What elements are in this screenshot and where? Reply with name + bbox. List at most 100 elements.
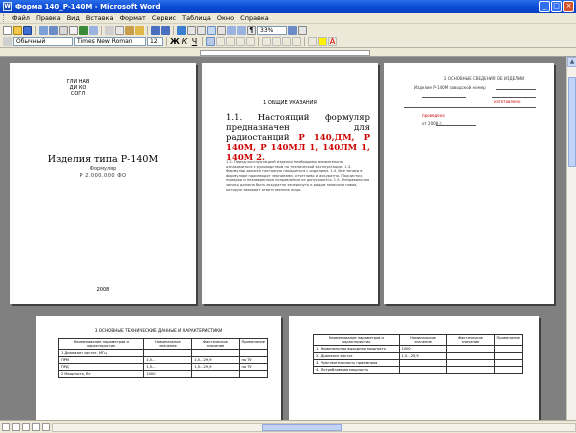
menu-edit[interactable]: Правка [33,14,64,22]
page-2[interactable]: 1 ОБЩИЕ УКАЗАНИЯ 1.1. Настоящий формуляр… [202,63,378,304]
redo-icon[interactable] [161,25,170,35]
menu-insert[interactable]: Вставка [83,14,117,22]
horizontal-scrollbar[interactable] [52,422,576,432]
menu-tools[interactable]: Сервис [149,14,179,22]
page-3[interactable]: 2 ОСНОВНЫЕ СВЕДЕНИЯ ОБ ИЗДЕЛИИ Изделие Р… [384,63,554,304]
reading-view-icon[interactable] [42,423,50,431]
print-icon[interactable] [59,25,68,35]
approval-block: ГЛИ НАВ ДИ КО СОГЛ [64,79,92,97]
cut-icon[interactable] [105,25,114,35]
page-4[interactable]: 3 ОСНОВНЫЕ ТЕХНИЧЕСКИЕ ДАННЫЕ И ХАРАКТЕР… [36,316,281,420]
print-view-icon[interactable] [22,423,30,431]
minimize-button[interactable]: _ [539,1,550,12]
help-icon[interactable] [288,25,297,35]
print-preview-icon[interactable] [69,25,78,35]
highlight-icon[interactable] [318,37,327,46]
separator [304,37,305,46]
window-controls: _ □ × [539,1,574,12]
research-icon[interactable] [89,25,98,35]
new-document-icon[interactable] [3,25,12,35]
bullets-icon[interactable] [272,37,281,46]
menu-help[interactable]: Справка [237,14,272,22]
ruler-text-area [200,50,370,56]
menu-file[interactable]: Файл [9,14,33,22]
read-mode-icon[interactable] [298,25,307,35]
bold-icon[interactable]: Ж [170,37,180,46]
align-left-icon[interactable] [206,37,215,46]
numbering-icon[interactable] [262,37,271,46]
font-size-combo[interactable]: 12 [147,37,163,46]
menu-format[interactable]: Формат [116,14,148,22]
fill-line [492,97,536,98]
italic-icon[interactable]: К [180,37,189,46]
page-5[interactable]: Наименование параметров и характеристик … [289,316,539,420]
spelling-icon[interactable] [79,25,88,35]
document-workspace[interactable]: ГЛИ НАВ ДИ КО СОГЛ Изделия типа Р-140М Ф… [0,57,566,420]
borders-icon[interactable] [308,37,317,46]
permission-icon[interactable] [39,25,48,35]
table-cell [238,370,268,378]
table-row: 1 Диапазон частот, МГц [57,349,268,357]
align-center-icon[interactable] [216,37,225,46]
table-header: Номинальное значение [398,334,448,346]
menu-window[interactable]: Окно [214,14,237,22]
vertical-scroll-thumb[interactable] [568,77,576,167]
decrease-indent-icon[interactable] [282,37,291,46]
copy-icon[interactable] [115,25,124,35]
save-icon[interactable] [23,25,32,35]
table-cell: 1,5...29,9 [191,363,240,371]
table-cell: 2. Диапазон частот [313,352,400,360]
table-cell: ПРД [57,363,145,371]
table-cell [191,370,240,378]
menu-table[interactable]: Таблица [179,14,214,22]
table-cell [493,345,523,353]
normal-view-icon[interactable] [2,423,10,431]
table-cell [238,349,268,357]
document-map-icon[interactable] [237,25,246,35]
table-cell [191,349,240,357]
drawing-icon[interactable] [227,25,236,35]
menu-view[interactable]: Вид [64,14,83,22]
table-cell: ПРМ [57,356,145,364]
close-button[interactable]: × [563,1,574,12]
columns-icon[interactable] [217,25,226,35]
fill-line [496,89,536,90]
horizontal-ruler[interactable] [0,48,576,57]
zoom-box[interactable]: 33% [257,25,287,35]
p3-heading: 2 ОСНОВНЫЕ СВЕДЕНИЯ ОБ ИЗДЕЛИИ [444,76,525,81]
email-icon[interactable] [49,25,58,35]
underline-icon[interactable]: Ч [190,37,199,46]
show-hide-icon[interactable]: ¶ [247,25,256,35]
insert-excel-icon[interactable] [207,25,216,35]
paste-icon[interactable] [125,25,134,35]
page-1[interactable]: ГЛИ НАВ ДИ КО СОГЛ Изделия типа Р-140М Ф… [10,63,196,304]
open-folder-icon[interactable] [13,25,22,35]
font-color-icon[interactable]: А [328,37,337,46]
tables-borders-icon[interactable] [187,25,196,35]
format-painter-icon[interactable] [135,25,144,35]
line-spacing-icon[interactable] [246,37,255,46]
bottom-bar [0,420,576,433]
table-cell: 1 Диапазон частот, МГц [57,349,145,357]
justify-icon[interactable] [236,37,245,46]
hyperlink-icon[interactable] [177,25,186,35]
table-header: Примечание [238,338,268,350]
word-app-icon[interactable]: W [3,2,12,11]
font-combo[interactable]: Times New Roman [74,37,146,46]
table-header-row: Наименование параметров и характеристик … [57,338,268,350]
outline-view-icon[interactable] [32,423,40,431]
increase-indent-icon[interactable] [292,37,301,46]
table-cell [446,359,495,367]
horizontal-scroll-thumb[interactable] [261,423,342,431]
vertical-scrollbar[interactable]: ▲ [566,57,576,420]
undo-icon[interactable] [151,25,160,35]
toolbar-grip[interactable] [3,14,6,22]
menu-bar: Файл Правка Вид Вставка Формат Сервис Та… [0,13,576,24]
styles-pane-icon[interactable] [3,37,12,46]
insert-table-icon[interactable] [197,25,206,35]
scroll-up-arrow-icon[interactable]: ▲ [567,57,576,67]
web-view-icon[interactable] [12,423,20,431]
maximize-button[interactable]: □ [551,1,562,12]
style-combo[interactable]: Обычный [13,37,73,46]
align-right-icon[interactable] [226,37,235,46]
